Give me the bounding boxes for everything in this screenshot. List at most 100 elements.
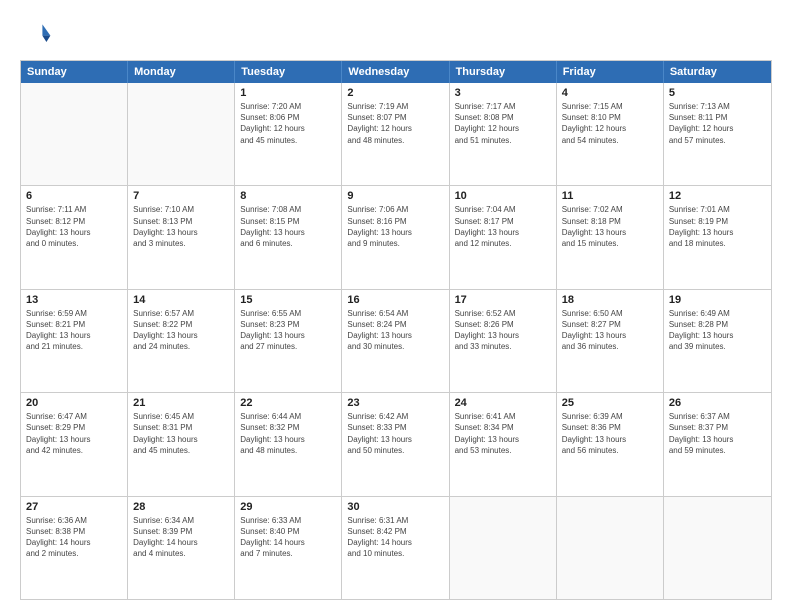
day-11: 11Sunrise: 7:02 AM Sunset: 8:18 PM Dayli…: [557, 186, 664, 288]
day-number: 19: [669, 294, 766, 306]
day-number: 16: [347, 294, 443, 306]
day-of-week-tuesday: Tuesday: [235, 61, 342, 83]
calendar-body: 1 Sunrise: 7:20 AM Sunset: 8:06 PM Daylig…: [21, 83, 771, 599]
day-number: 4: [562, 87, 658, 99]
day-number: 28: [133, 501, 229, 513]
day-12: 12 Sunrise: 7:01 AM Sunset: 8:19 PM Dayli…: [664, 186, 771, 288]
day-24: 24 Sunrise: 6:41 AM Sunset: 8:34 PM Dayli…: [450, 393, 557, 495]
empty-cell: [128, 83, 235, 185]
day-17: 17 Sunrise: 6:52 AM Sunset: 8:26 PM Dayli…: [450, 290, 557, 392]
day-16: 16 Sunrise: 6:54 AM Sunset: 8:24 PM Dayli…: [342, 290, 449, 392]
day-18: 18 Sunrise: 6:50 AM Sunset: 8:27 PM Dayli…: [557, 290, 664, 392]
day-number: 27: [26, 501, 122, 513]
calendar-header: SundayMondayTuesdayWednesdayThursdayFrid…: [21, 61, 771, 83]
day-number: 13: [26, 294, 122, 306]
day-20: 20 Sunrise: 6:47 AM Sunset: 8:29 PM Dayli…: [21, 393, 128, 495]
day-info: Sunrise: 7:11 AM Sunset: 8:12 PM Dayligh…: [26, 204, 122, 249]
day-info: Sunrise: 6:45 AM Sunset: 8:31 PM Dayligh…: [133, 411, 229, 456]
empty-cell: [557, 497, 664, 599]
empty-cell: [664, 497, 771, 599]
day-info: Sunrise: 6:57 AM Sunset: 8:22 PM Dayligh…: [133, 308, 229, 353]
day-info: Sunrise: 6:31 AM Sunset: 8:42 PM Dayligh…: [347, 515, 443, 560]
logo-icon: [20, 18, 52, 50]
calendar-week-1: 1 Sunrise: 7:20 AM Sunset: 8:06 PM Daylig…: [21, 83, 771, 185]
day-number: 12: [669, 190, 766, 202]
day-number: 30: [347, 501, 443, 513]
day-8: 8 Sunrise: 7:08 AM Sunset: 8:15 PM Daylig…: [235, 186, 342, 288]
day-number: 2: [347, 87, 443, 99]
day-number: 17: [455, 294, 551, 306]
header: [20, 18, 772, 50]
day-26: 26Sunrise: 6:37 AM Sunset: 8:37 PM Dayli…: [664, 393, 771, 495]
day-info: Sunrise: 7:20 AM Sunset: 8:06 PM Dayligh…: [240, 101, 336, 146]
calendar-week-5: 27 Sunrise: 6:36 AM Sunset: 8:38 PM Dayli…: [21, 496, 771, 599]
day-of-week-sunday: Sunday: [21, 61, 128, 83]
calendar-week-3: 13 Sunrise: 6:59 AM Sunset: 8:21 PM Dayli…: [21, 289, 771, 392]
day-number: 7: [133, 190, 229, 202]
day-number: 1: [240, 87, 336, 99]
day-info: Sunrise: 6:52 AM Sunset: 8:26 PM Dayligh…: [455, 308, 551, 353]
day-info: Sunrise: 6:59 AM Sunset: 8:21 PM Dayligh…: [26, 308, 122, 353]
day-info: Sunrise: 6:44 AM Sunset: 8:32 PM Dayligh…: [240, 411, 336, 456]
day-23: 23Sunrise: 6:42 AM Sunset: 8:33 PM Dayli…: [342, 393, 449, 495]
day-6: 6 Sunrise: 7:11 AM Sunset: 8:12 PM Daylig…: [21, 186, 128, 288]
day-number: 14: [133, 294, 229, 306]
day-of-week-saturday: Saturday: [664, 61, 771, 83]
calendar: SundayMondayTuesdayWednesdayThursdayFrid…: [20, 60, 772, 600]
page: SundayMondayTuesdayWednesdayThursdayFrid…: [0, 0, 792, 612]
day-number: 29: [240, 501, 336, 513]
day-info: Sunrise: 6:47 AM Sunset: 8:29 PM Dayligh…: [26, 411, 122, 456]
day-27: 27 Sunrise: 6:36 AM Sunset: 8:38 PM Dayli…: [21, 497, 128, 599]
day-number: 3: [455, 87, 551, 99]
day-22: 22Sunrise: 6:44 AM Sunset: 8:32 PM Dayli…: [235, 393, 342, 495]
day-number: 6: [26, 190, 122, 202]
day-number: 9: [347, 190, 443, 202]
empty-cell: [21, 83, 128, 185]
day-number: 26: [669, 397, 766, 409]
day-9: 9Sunrise: 7:06 AM Sunset: 8:16 PM Daylig…: [342, 186, 449, 288]
day-info: Sunrise: 7:04 AM Sunset: 8:17 PM Dayligh…: [455, 204, 551, 249]
day-info: Sunrise: 6:41 AM Sunset: 8:34 PM Dayligh…: [455, 411, 551, 456]
day-number: 23: [347, 397, 443, 409]
day-number: 24: [455, 397, 551, 409]
day-info: Sunrise: 6:54 AM Sunset: 8:24 PM Dayligh…: [347, 308, 443, 353]
day-7: 7Sunrise: 7:10 AM Sunset: 8:13 PM Daylig…: [128, 186, 235, 288]
day-info: Sunrise: 7:01 AM Sunset: 8:19 PM Dayligh…: [669, 204, 766, 249]
day-info: Sunrise: 6:36 AM Sunset: 8:38 PM Dayligh…: [26, 515, 122, 560]
day-number: 5: [669, 87, 766, 99]
day-info: Sunrise: 6:49 AM Sunset: 8:28 PM Dayligh…: [669, 308, 766, 353]
day-30: 30 Sunrise: 6:31 AM Sunset: 8:42 PM Dayli…: [342, 497, 449, 599]
day-25: 25 Sunrise: 6:39 AM Sunset: 8:36 PM Dayli…: [557, 393, 664, 495]
day-10: 10 Sunrise: 7:04 AM Sunset: 8:17 PM Dayli…: [450, 186, 557, 288]
day-info: Sunrise: 6:33 AM Sunset: 8:40 PM Dayligh…: [240, 515, 336, 560]
day-4: 4 Sunrise: 7:15 AM Sunset: 8:10 PM Daylig…: [557, 83, 664, 185]
day-info: Sunrise: 6:34 AM Sunset: 8:39 PM Dayligh…: [133, 515, 229, 560]
day-1: 1 Sunrise: 7:20 AM Sunset: 8:06 PM Daylig…: [235, 83, 342, 185]
day-info: Sunrise: 7:15 AM Sunset: 8:10 PM Dayligh…: [562, 101, 658, 146]
day-of-week-thursday: Thursday: [450, 61, 557, 83]
day-of-week-friday: Friday: [557, 61, 664, 83]
calendar-week-2: 6 Sunrise: 7:11 AM Sunset: 8:12 PM Daylig…: [21, 185, 771, 288]
day-info: Sunrise: 6:39 AM Sunset: 8:36 PM Dayligh…: [562, 411, 658, 456]
day-of-week-monday: Monday: [128, 61, 235, 83]
day-28: 28 Sunrise: 6:34 AM Sunset: 8:39 PM Dayli…: [128, 497, 235, 599]
day-info: Sunrise: 7:19 AM Sunset: 8:07 PM Dayligh…: [347, 101, 443, 146]
day-5: 5 Sunrise: 7:13 AM Sunset: 8:11 PM Daylig…: [664, 83, 771, 185]
day-info: Sunrise: 7:08 AM Sunset: 8:15 PM Dayligh…: [240, 204, 336, 249]
day-number: 10: [455, 190, 551, 202]
day-number: 25: [562, 397, 658, 409]
day-13: 13 Sunrise: 6:59 AM Sunset: 8:21 PM Dayli…: [21, 290, 128, 392]
day-number: 18: [562, 294, 658, 306]
day-21: 21Sunrise: 6:45 AM Sunset: 8:31 PM Dayli…: [128, 393, 235, 495]
day-info: Sunrise: 6:55 AM Sunset: 8:23 PM Dayligh…: [240, 308, 336, 353]
logo: [20, 18, 58, 50]
day-info: Sunrise: 7:17 AM Sunset: 8:08 PM Dayligh…: [455, 101, 551, 146]
day-number: 20: [26, 397, 122, 409]
day-number: 8: [240, 190, 336, 202]
day-2: 2 Sunrise: 7:19 AM Sunset: 8:07 PM Daylig…: [342, 83, 449, 185]
day-info: Sunrise: 7:13 AM Sunset: 8:11 PM Dayligh…: [669, 101, 766, 146]
day-3: 3 Sunrise: 7:17 AM Sunset: 8:08 PM Daylig…: [450, 83, 557, 185]
day-14: 14 Sunrise: 6:57 AM Sunset: 8:22 PM Dayli…: [128, 290, 235, 392]
calendar-week-4: 20 Sunrise: 6:47 AM Sunset: 8:29 PM Dayli…: [21, 392, 771, 495]
day-info: Sunrise: 6:50 AM Sunset: 8:27 PM Dayligh…: [562, 308, 658, 353]
